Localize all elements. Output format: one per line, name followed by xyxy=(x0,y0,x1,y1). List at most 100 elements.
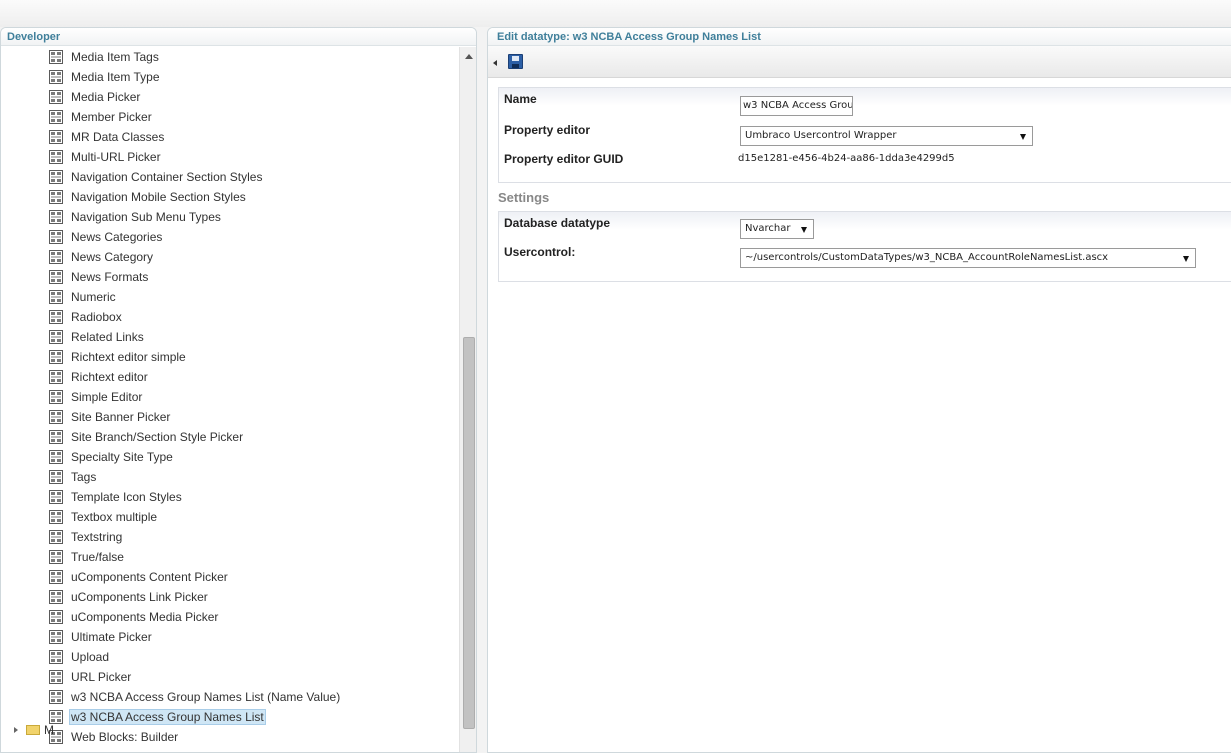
tree-item[interactable]: Member Picker xyxy=(48,107,154,127)
tree-item-label: Numeric xyxy=(71,290,116,304)
properties-box: Name w3 NCBA Access Group Property edito… xyxy=(498,87,1231,183)
datatype-icon xyxy=(48,529,64,545)
tree-item-label: Site Branch/Section Style Picker xyxy=(71,430,244,444)
db-datatype-select[interactable]: Nvarchar xyxy=(740,219,814,239)
collapse-arrow-icon[interactable] xyxy=(493,60,497,66)
dropdown-arrow-icon xyxy=(801,227,807,233)
tree-folder-m[interactable]: M xyxy=(14,723,54,737)
tree-item-label: URL Picker xyxy=(71,670,132,684)
tree-item-label: Simple Editor xyxy=(71,390,143,404)
settings-box: Database datatype Nvarchar Usercontrol: … xyxy=(498,211,1231,282)
tree-item[interactable]: URL Picker xyxy=(48,667,133,687)
datatype-icon xyxy=(48,509,64,525)
tree-item-label: Ultimate Picker xyxy=(71,630,152,644)
datatype-icon xyxy=(48,469,64,485)
datatype-icon xyxy=(48,389,64,405)
datatype-icon xyxy=(48,649,64,665)
edit-panel-title: Edit datatype: w3 NCBA Access Group Name… xyxy=(488,28,1231,46)
tree-item[interactable]: uComponents Media Picker xyxy=(48,607,220,627)
datatype-icon xyxy=(48,369,64,385)
tree-item[interactable]: Web Blocks: Builder xyxy=(48,727,180,747)
tree-item[interactable]: News Category xyxy=(48,247,155,267)
tree-item-label: True/false xyxy=(71,550,124,564)
tree-item-label: uComponents Link Picker xyxy=(71,590,208,604)
tree-item[interactable]: Related Links xyxy=(48,327,146,347)
datatype-icon xyxy=(48,209,64,225)
tree-item[interactable]: Simple Editor xyxy=(48,387,144,407)
datatype-icon xyxy=(48,409,64,425)
tree-item[interactable]: Tags xyxy=(48,467,98,487)
tree-item-label: Textbox multiple xyxy=(71,510,158,524)
dropdown-arrow-icon xyxy=(1183,256,1189,262)
tree-item[interactable]: News Formats xyxy=(48,267,150,287)
db-datatype-value: Nvarchar xyxy=(745,223,791,234)
tree-item-label: Navigation Sub Menu Types xyxy=(71,210,221,224)
guid-value: d15e1281-e456-4b24-aa86-1dda3e4299d5 xyxy=(738,153,955,164)
tree-item-label: w3 NCBA Access Group Names List xyxy=(69,709,266,725)
tree-item[interactable]: Media Item Type xyxy=(48,67,162,87)
tree-item[interactable]: Site Banner Picker xyxy=(48,407,172,427)
folder-icon xyxy=(26,725,40,735)
save-icon[interactable] xyxy=(508,54,523,69)
tree-item[interactable]: Multi-URL Picker xyxy=(48,147,163,167)
name-input[interactable]: w3 NCBA Access Group xyxy=(740,96,853,116)
tree-item[interactable]: Textstring xyxy=(48,527,124,547)
tree-item[interactable]: Numeric xyxy=(48,287,118,307)
tree-item[interactable]: Textbox multiple xyxy=(48,507,159,527)
tree-item-label: Media Item Type xyxy=(71,70,160,84)
datatype-icon xyxy=(48,629,64,645)
tree-item[interactable]: Radiobox xyxy=(48,307,124,327)
tree-item-label: Tags xyxy=(71,470,97,484)
tree-item-label: MR Data Classes xyxy=(71,130,165,144)
tree-item[interactable]: Navigation Mobile Section Styles xyxy=(48,187,248,207)
tree-item[interactable]: Richtext editor xyxy=(48,367,150,387)
datatype-icon xyxy=(48,249,64,265)
name-label: Name xyxy=(504,92,537,106)
datatype-icon xyxy=(48,689,64,705)
tree-scrollbar[interactable] xyxy=(459,47,476,752)
tree-item[interactable]: Richtext editor simple xyxy=(48,347,188,367)
tree-item[interactable]: MR Data Classes xyxy=(48,127,166,147)
datatype-icon xyxy=(48,269,64,285)
tree-item[interactable]: uComponents Content Picker xyxy=(48,567,230,587)
tree-item-label: Template Icon Styles xyxy=(71,490,182,504)
tree-item-label: Web Blocks: Builder xyxy=(71,730,179,744)
datatype-icon xyxy=(48,609,64,625)
tree-item[interactable]: News Categories xyxy=(48,227,164,247)
scroll-thumb[interactable] xyxy=(463,337,475,729)
tree-item[interactable]: uComponents Link Picker xyxy=(48,587,210,607)
tree-item[interactable]: Site Branch/Section Style Picker xyxy=(48,427,245,447)
property-editor-select[interactable]: Umbraco Usercontrol Wrapper xyxy=(740,126,1033,146)
tree-item[interactable]: Navigation Sub Menu Types xyxy=(48,207,223,227)
edit-datatype-panel: Edit datatype: w3 NCBA Access Group Name… xyxy=(487,27,1231,753)
tree-item-label: Member Picker xyxy=(71,110,152,124)
tree-item-label: News Categories xyxy=(71,230,163,244)
tree-item[interactable]: w3 NCBA Access Group Names List (Name Va… xyxy=(48,687,342,707)
property-editor-value: Umbraco Usercontrol Wrapper xyxy=(745,130,897,141)
tree-item-label: Navigation Mobile Section Styles xyxy=(71,190,246,204)
tree-item[interactable]: Specialty Site Type xyxy=(48,447,175,467)
tree-item-label: w3 NCBA Access Group Names List (Name Va… xyxy=(71,690,341,704)
tree-item[interactable]: Upload xyxy=(48,647,111,667)
datatype-icon xyxy=(48,309,64,325)
usercontrol-select[interactable]: ~/usercontrols/CustomDataTypes/w3_NCBA_A… xyxy=(740,248,1196,268)
tree-item[interactable]: Media Picker xyxy=(48,87,142,107)
db-datatype-label: Database datatype xyxy=(504,216,611,230)
top-bar xyxy=(0,0,1231,27)
datatype-icon xyxy=(48,129,64,145)
datatype-icon xyxy=(48,89,64,105)
settings-heading: Settings xyxy=(498,190,550,205)
tree-item[interactable]: Navigation Container Section Styles xyxy=(48,167,264,187)
property-editor-label: Property editor xyxy=(504,123,591,137)
scroll-up-arrow-icon[interactable] xyxy=(465,54,473,59)
tree-item[interactable]: Media Item Tags xyxy=(48,47,161,67)
expand-arrow-icon[interactable] xyxy=(14,727,18,733)
tree-item-label: Media Picker xyxy=(71,90,141,104)
guid-label: Property editor GUID xyxy=(504,152,624,166)
tree-item[interactable]: True/false xyxy=(48,547,126,567)
tree-item[interactable]: w3 NCBA Access Group Names List xyxy=(48,707,266,727)
tree-item[interactable]: Template Icon Styles xyxy=(48,487,184,507)
tree-item[interactable]: Ultimate Picker xyxy=(48,627,154,647)
tree-item-label: Richtext editor simple xyxy=(71,350,186,364)
datatype-icon xyxy=(48,229,64,245)
